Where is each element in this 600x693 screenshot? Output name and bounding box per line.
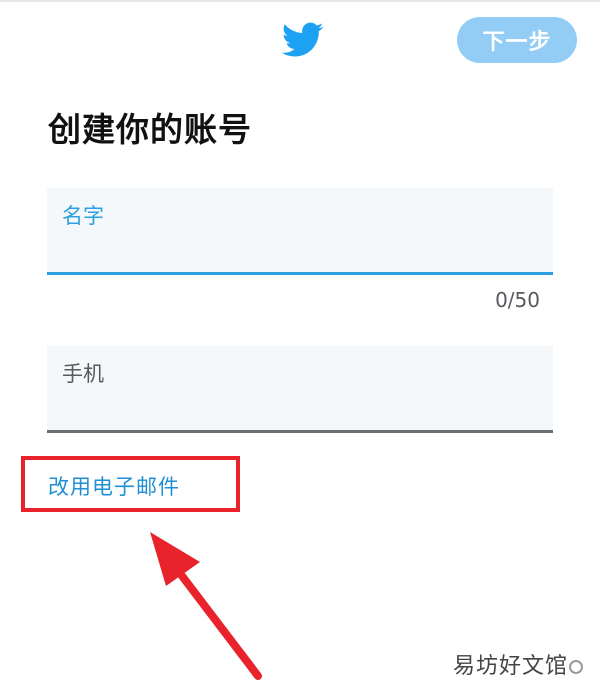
phone-field[interactable]: 手机: [47, 346, 553, 433]
next-button[interactable]: 下一步: [457, 17, 577, 63]
red-arrow-icon: [150, 532, 262, 680]
phone-field-label: 手机: [62, 362, 104, 386]
name-field-label: 名字: [62, 204, 104, 228]
twitter-bird-icon: [282, 22, 324, 57]
top-edge-divider: [0, 0, 600, 2]
page-title: 创建你的账号: [48, 110, 252, 149]
name-character-counter: 0/50: [495, 288, 540, 312]
name-input[interactable]: [62, 232, 532, 262]
phone-input[interactable]: [62, 390, 532, 420]
name-field[interactable]: 名字: [47, 188, 553, 275]
watermark-mark-icon: [569, 660, 583, 674]
watermark-text: 易坊好文馆: [453, 654, 569, 679]
highlight-box: [21, 456, 240, 512]
